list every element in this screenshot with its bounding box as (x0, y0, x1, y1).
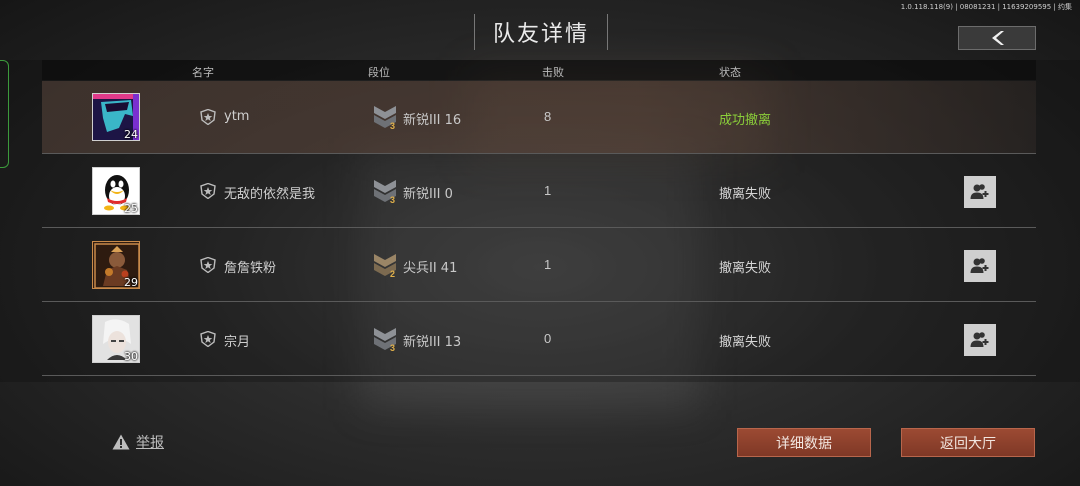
avatar[interactable]: 29 (92, 241, 140, 289)
avatar[interactable]: 24 (92, 93, 140, 141)
report-label: 举报 (136, 435, 164, 451)
player-name: 詹詹铁粉 (224, 261, 277, 276)
table-row: 25 无敌的依然是我 3 新锐III 0 1 撤离失败 (42, 155, 1036, 228)
extraction-status: 撤离失败 (719, 335, 772, 350)
add-friend-icon (970, 184, 989, 199)
star-shield-icon (200, 183, 216, 199)
add-friend-button[interactable] (964, 324, 996, 356)
player-kills: 0 (544, 331, 552, 346)
table-row: 24 ytm 3 新锐III 16 8 成功撤离 (42, 81, 1036, 154)
player-name: 无敌的依然是我 (224, 187, 316, 202)
detailed-data-button[interactable]: 详细数据 (737, 428, 871, 457)
back-button[interactable] (958, 26, 1036, 50)
page-title-frame: 队友详情 (474, 14, 608, 50)
star-shield-icon (200, 109, 216, 125)
star-shield-icon (200, 257, 216, 273)
star-shield-icon (200, 331, 216, 347)
column-rank-header: 段位 (368, 66, 390, 79)
table-header: 名字 段位 击败 状态 (42, 60, 1036, 80)
extraction-status: 成功撤离 (719, 113, 772, 128)
player-level: 24 (124, 128, 138, 141)
rank-tier: 2 (390, 269, 396, 279)
report-link[interactable]: 举报 (112, 432, 164, 452)
column-name-header: 名字 (192, 66, 214, 79)
player-kills: 8 (544, 109, 552, 124)
extraction-status: 撤离失败 (719, 261, 772, 276)
player-kills: 1 (544, 183, 552, 198)
extraction-status: 撤离失败 (719, 187, 772, 202)
player-name: ytm (224, 109, 250, 124)
add-friend-icon (970, 258, 989, 273)
column-status-header: 状态 (719, 66, 741, 79)
player-level: 30 (124, 350, 138, 363)
table-row: 30 宗月 3 新锐III 13 0 撤离失败 (42, 303, 1036, 376)
add-friend-button[interactable] (964, 250, 996, 282)
avatar[interactable]: 30 (92, 315, 140, 363)
rank-tier: 3 (390, 121, 396, 131)
return-lobby-button[interactable]: 返回大厅 (901, 428, 1035, 457)
add-friend-button[interactable] (964, 176, 996, 208)
chevron-left-icon (992, 31, 1004, 45)
rank-tier: 3 (390, 343, 396, 353)
player-rank: 新锐III 13 (403, 335, 462, 350)
player-level: 25 (124, 202, 138, 215)
table-row: 29 詹詹铁粉 2 尖兵II 41 1 撤离失败 (42, 229, 1036, 302)
warning-icon (112, 434, 130, 450)
rank-tier: 3 (390, 195, 396, 205)
column-kills-header: 击败 (542, 66, 564, 79)
player-name: 宗月 (224, 335, 251, 350)
version-info: 1.0.118.118(9) | 08081231 | 11639209595 … (900, 3, 1072, 11)
player-rank: 新锐III 16 (403, 113, 462, 128)
player-kills: 1 (544, 257, 552, 272)
player-level: 29 (124, 276, 138, 289)
avatar[interactable]: 25 (92, 167, 140, 215)
page-title: 队友详情 (492, 22, 589, 47)
add-friend-icon (970, 332, 989, 347)
player-rank: 新锐III 0 (403, 187, 453, 202)
player-rank: 尖兵II 41 (403, 261, 458, 276)
